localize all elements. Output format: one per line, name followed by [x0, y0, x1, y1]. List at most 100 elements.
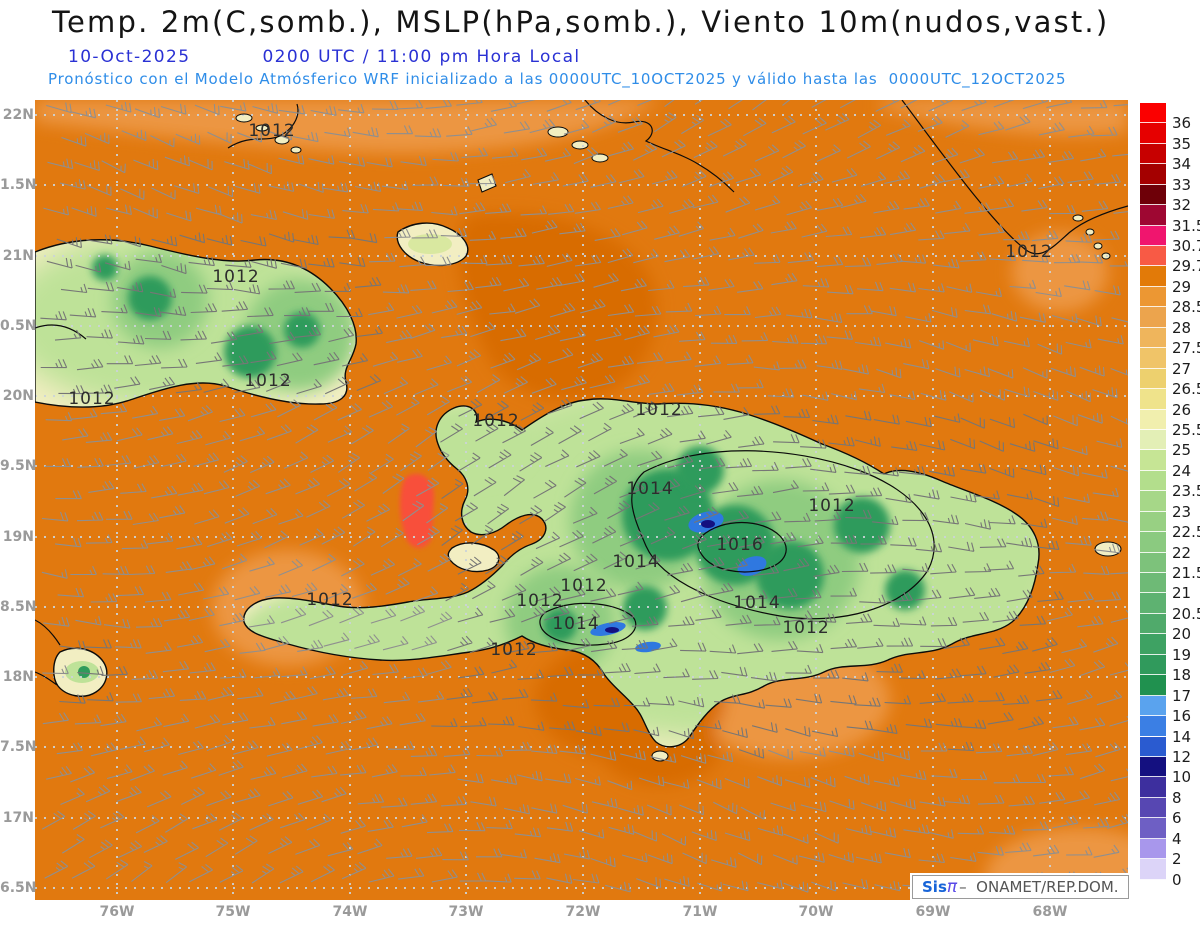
- lon-label: 69W: [915, 904, 951, 920]
- colorbar-box: [1139, 285, 1167, 309]
- colorbar-tick-label: 26.5: [1172, 380, 1200, 399]
- colorbar-tick-label: 4: [1172, 829, 1182, 848]
- colorbar-tick-label: 35: [1172, 134, 1192, 153]
- lat-label: 20N: [2, 388, 34, 404]
- lon-label: 76W: [99, 904, 135, 920]
- model-init-line: Pronóstico con el Modelo Atmósferico WRF…: [48, 70, 1067, 88]
- colorbar-box: [1139, 612, 1167, 636]
- colorbar-tick-label: 25.5: [1172, 420, 1200, 439]
- lon-label: 74W: [332, 904, 368, 920]
- colorbar-tick-label: 28.5: [1172, 298, 1200, 317]
- lat-label: 8.5N: [0, 599, 37, 615]
- colorbar-tick-label: 23: [1172, 502, 1192, 521]
- colorbar-box: [1139, 265, 1167, 288]
- watermark-sis: Sis: [922, 878, 947, 896]
- watermark-org: – ONAMET/REP.DOM.: [959, 878, 1119, 896]
- colorbar-box: [1139, 245, 1167, 268]
- colorbar-tick-label: 0: [1172, 870, 1182, 889]
- colorbar-box: [1139, 449, 1167, 472]
- lon-label: 70W: [798, 904, 834, 920]
- colorbar-box: [1139, 694, 1167, 718]
- lat-label: 6.5N: [0, 880, 37, 896]
- colorbar-tick-label: 10: [1172, 768, 1192, 787]
- colorbar-box: [1139, 408, 1167, 431]
- colorbar-tick-label: 31.5: [1172, 216, 1200, 235]
- colorbar-tick-label: 30.7: [1172, 237, 1200, 256]
- watermark: Sis π – ONAMET/REP.DOM.: [912, 875, 1129, 899]
- colorbar-box: [1139, 592, 1167, 615]
- page-title: Temp. 2m(C,somb.), MSLP(hPa,somb.), Vien…: [52, 5, 1110, 39]
- forecast-map: [35, 100, 1128, 900]
- colorbar-box: [1139, 183, 1167, 207]
- colorbar-box: [1139, 510, 1167, 534]
- datetime-line: 10-Oct-2025 0200 UTC / 11:00 pm Hora Loca…: [68, 47, 581, 67]
- colorbar-tick-label: 20: [1172, 625, 1192, 644]
- colorbar-tick-label: 22: [1172, 543, 1192, 562]
- colorbar-box: [1139, 122, 1167, 145]
- lat-label: 21N: [2, 248, 34, 264]
- colorbar-box: [1139, 306, 1167, 329]
- forecast-time: 0200 UTC / 11:00 pm Hora Local: [262, 47, 581, 67]
- colorbar-box: [1139, 776, 1167, 799]
- colorbar-box: [1139, 428, 1167, 452]
- colorbar-tick-label: 32: [1172, 196, 1192, 215]
- colorbar-tick-label: 36: [1172, 114, 1192, 133]
- lat-label: 7.5N: [0, 739, 37, 755]
- colorbar-box: [1139, 101, 1167, 125]
- colorbar-box: [1139, 326, 1167, 350]
- lat-label: 9.5N: [0, 458, 37, 474]
- lat-label: 0.5N: [0, 318, 37, 334]
- colorbar-box: [1139, 551, 1167, 575]
- colorbar-box: [1139, 735, 1167, 758]
- colorbar-tick-label: 22.5: [1172, 523, 1200, 542]
- colorbar-box: [1139, 571, 1167, 595]
- colorbar-box: [1139, 204, 1167, 227]
- colorbar-tick-label: 34: [1172, 155, 1192, 174]
- colorbar-box: [1139, 469, 1167, 493]
- colorbar-tick-label: 28: [1172, 318, 1192, 337]
- colorbar-tick-label: 26: [1172, 400, 1192, 419]
- colorbar-box: [1139, 142, 1167, 166]
- lat-label: 19N: [2, 529, 34, 545]
- colorbar-tick-label: 27: [1172, 359, 1192, 378]
- colorbar-tick-label: 21: [1172, 584, 1192, 603]
- colorbar-box: [1139, 878, 1167, 902]
- colorbar-tick-label: 8: [1172, 788, 1182, 807]
- colorbar-box: [1139, 490, 1167, 513]
- colorbar-tick-label: 12: [1172, 747, 1192, 766]
- weather-forecast-page: Temp. 2m(C,somb.), MSLP(hPa,somb.), Vien…: [0, 0, 1200, 927]
- colorbar-box: [1139, 653, 1167, 677]
- colorbar-tick-label: 2: [1172, 850, 1182, 869]
- lat-label: 1.5N: [0, 177, 37, 193]
- colorbar-tick-label: 16: [1172, 707, 1192, 726]
- colorbar-tick-label: 18: [1172, 666, 1192, 685]
- watermark-pi-icon: π: [946, 877, 958, 897]
- colorbar-box: [1139, 633, 1167, 656]
- colorbar-tick-label: 17: [1172, 686, 1192, 705]
- colorbar-box: [1139, 837, 1167, 861]
- colorbar-tick-label: 24: [1172, 461, 1192, 480]
- colorbar-tick-label: 19: [1172, 645, 1192, 664]
- colorbar-box: [1139, 367, 1167, 391]
- colorbar-box: [1139, 674, 1167, 697]
- colorbar-box: [1139, 347, 1167, 370]
- lon-label: 72W: [565, 904, 601, 920]
- colorbar-tick-label: 20.5: [1172, 604, 1200, 623]
- colorbar-tick-label: 23.5: [1172, 482, 1200, 501]
- colorbar-tick-label: 14: [1172, 727, 1192, 746]
- temperature-colorbar: 363534333231.530.729.72928.52827.52726.5…: [1139, 101, 1200, 903]
- colorbar-tick-label: 27.5: [1172, 339, 1200, 358]
- colorbar-box: [1139, 715, 1167, 738]
- colorbar-tick-label: 25: [1172, 441, 1192, 460]
- lon-label: 68W: [1032, 904, 1068, 920]
- colorbar-tick-label: 33: [1172, 175, 1192, 194]
- colorbar-box: [1139, 817, 1167, 840]
- colorbar-box: [1139, 531, 1167, 554]
- lat-label: 18N: [2, 669, 34, 685]
- colorbar-box: [1139, 796, 1167, 820]
- colorbar-box: [1139, 224, 1167, 248]
- colorbar-tick-label: 21.5: [1172, 564, 1200, 583]
- colorbar-box: [1139, 163, 1167, 186]
- lon-label: 71W: [682, 904, 718, 920]
- colorbar-tick-label: 29: [1172, 277, 1192, 296]
